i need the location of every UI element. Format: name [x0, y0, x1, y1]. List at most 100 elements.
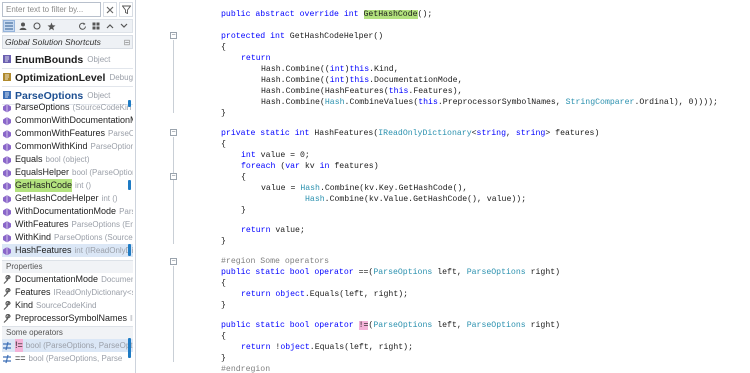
code-line: }	[221, 300, 226, 311]
code-line: value = Hash.Combine(kv.Key.GetHashCode(…	[261, 183, 467, 194]
code-text: .CombineValues(	[344, 98, 419, 107]
code-line: return	[241, 53, 270, 64]
code-type: ParseOptions	[466, 321, 526, 330]
scroll-marker	[128, 180, 131, 190]
fold-toggle-icon[interactable]: −	[170, 173, 177, 180]
code-editor[interactable]: public abstract override int GetHashCode…	[221, 0, 750, 373]
code-keyword: this	[418, 98, 438, 107]
member-item[interactable]: ParseOptions (SourceCodeKin	[2, 101, 133, 114]
code-type: ParseOptions	[373, 321, 433, 330]
global-shortcuts-header[interactable]: Global Solution Shortcuts ⊟	[2, 35, 133, 49]
member-item[interactable]: WithKindParseOptions (SourceCo	[2, 231, 133, 244]
header-close-icon[interactable]: ⊟	[122, 38, 132, 47]
member-item[interactable]: WithDocumentationModeParse	[2, 205, 133, 218]
clear-filter-button[interactable]	[103, 2, 117, 17]
member-item[interactable]: WithFeaturesParseOptions (Enum	[2, 218, 133, 231]
code-text: }	[221, 301, 226, 310]
code-keyword: object	[270, 290, 305, 299]
method-icon	[2, 168, 12, 178]
toolbar-user-button[interactable]	[17, 20, 29, 32]
member-item[interactable]: GetHashCodeHelper int ()	[2, 192, 133, 205]
operator-icon	[2, 354, 12, 364]
member-item[interactable]: GetHashCode int ()	[2, 179, 133, 192]
code-keyword: object	[280, 343, 310, 352]
member-name: HashFeatures	[15, 245, 72, 255]
code-line: }	[241, 205, 246, 216]
group-enumbounds[interactable]: EnumBounds Object	[2, 51, 133, 69]
star-icon	[47, 22, 55, 30]
method-icon	[2, 129, 12, 139]
toolbar-collapse-button[interactable]	[104, 20, 116, 32]
property-item[interactable]: PreprocessorSymbolNamesIE	[2, 312, 133, 325]
operator-item-equals[interactable]: == bool (ParseOptions, Parse	[2, 352, 133, 365]
code-line: {	[221, 331, 226, 342]
filter-input[interactable]	[2, 2, 101, 17]
code-text: Hash.Combine(	[261, 98, 325, 107]
expand-icon	[120, 23, 128, 28]
class-icon	[2, 90, 12, 102]
code-line: Hash.Combine((int)this.DocumentationMode…	[261, 75, 462, 86]
property-item[interactable]: Kind SourceCodeKind	[2, 299, 133, 312]
section-label: Properties	[6, 262, 43, 271]
code-text: ==(	[353, 268, 374, 277]
property-item[interactable]: Features IReadOnlyDictionary<str	[2, 286, 133, 299]
toolbar-circle-button[interactable]	[31, 20, 43, 32]
operator-item-not-equals[interactable]: != bool (ParseOptions, ParseOptio	[2, 339, 133, 352]
toolbar-grid-button[interactable]	[90, 20, 102, 32]
code-keyword: in	[319, 162, 330, 171]
toolbar-list-button[interactable]	[3, 20, 15, 32]
code-text: GetHashCodeHelper()	[284, 32, 384, 41]
member-type: ParseOptions	[90, 142, 133, 151]
group-name: EnumBounds	[15, 53, 84, 66]
fold-toggle-icon[interactable]: −	[170, 129, 177, 136]
member-item[interactable]: CommonWithKindParseOptions	[2, 140, 133, 153]
code-line: {	[241, 172, 246, 183]
toolbar-refresh-button[interactable]	[76, 20, 88, 32]
code-keyword: public abstract override int	[221, 10, 364, 19]
member-name: GetHashCode	[15, 179, 73, 192]
code-method-highlight: GetHashCode	[363, 10, 418, 19]
member-item[interactable]: CommonWithFeaturesParseOpti	[2, 127, 133, 140]
code-line: Hash.Combine(kv.Value.GetHashCode(), val…	[305, 194, 526, 205]
method-icon	[2, 155, 12, 165]
property-item[interactable]: DocumentationMode Documen	[2, 273, 133, 286]
filter-options-button[interactable]	[119, 2, 133, 17]
member-item[interactable]: Equals bool (object)	[2, 153, 133, 166]
member-type: ParseOptions (Enum	[71, 220, 133, 229]
toolbar-star-button[interactable]	[45, 20, 57, 32]
group-name: OptimizationLevel	[15, 71, 106, 84]
member-item[interactable]: HashFeatures int (IReadOnlyDict	[2, 244, 133, 257]
code-line: {	[221, 139, 226, 150]
group-optimizationlevel[interactable]: OptimizationLevel Debug	[2, 69, 133, 87]
refresh-icon	[78, 22, 86, 30]
code-region: #region Some operators	[221, 257, 330, 266]
code-text: value =	[261, 184, 301, 193]
method-icon	[2, 207, 12, 217]
fold-toggle-icon[interactable]: −	[170, 258, 177, 265]
properties-section-header: Properties	[2, 260, 133, 273]
member-item[interactable]: EqualsHelperbool (ParseOptions)	[2, 166, 133, 179]
member-name: CommonWithDocumentationM	[15, 115, 133, 125]
code-keyword: return	[241, 54, 271, 63]
member-name: WithFeatures	[15, 219, 69, 229]
property-name: DocumentationMode	[15, 274, 99, 284]
funnel-icon	[121, 5, 131, 14]
code-type: IReadOnlyDictionary	[378, 129, 472, 138]
code-text: .Equals(left, right);	[309, 343, 413, 352]
code-line: return object.Equals(left, right);	[241, 289, 408, 300]
property-icon	[2, 274, 12, 285]
section-label: Some operators	[6, 328, 63, 337]
member-type: int ()	[101, 194, 118, 203]
code-line: private static int HashFeatures(IReadOnl…	[221, 128, 599, 139]
code-keyword: private static int	[221, 129, 310, 138]
code-text: }	[241, 206, 246, 215]
code-type: StringComparer	[565, 98, 635, 107]
member-item[interactable]: CommonWithDocumentationM	[2, 114, 133, 127]
collapse-icon	[106, 24, 114, 29]
member-name: CommonWithFeatures	[15, 128, 106, 138]
toolbar-expand-button[interactable]	[118, 20, 130, 32]
fold-toggle-icon[interactable]: −	[170, 32, 177, 39]
property-name: PreprocessorSymbolNames	[15, 313, 128, 323]
scroll-marker	[128, 244, 131, 256]
operator-name: ==	[15, 353, 26, 363]
